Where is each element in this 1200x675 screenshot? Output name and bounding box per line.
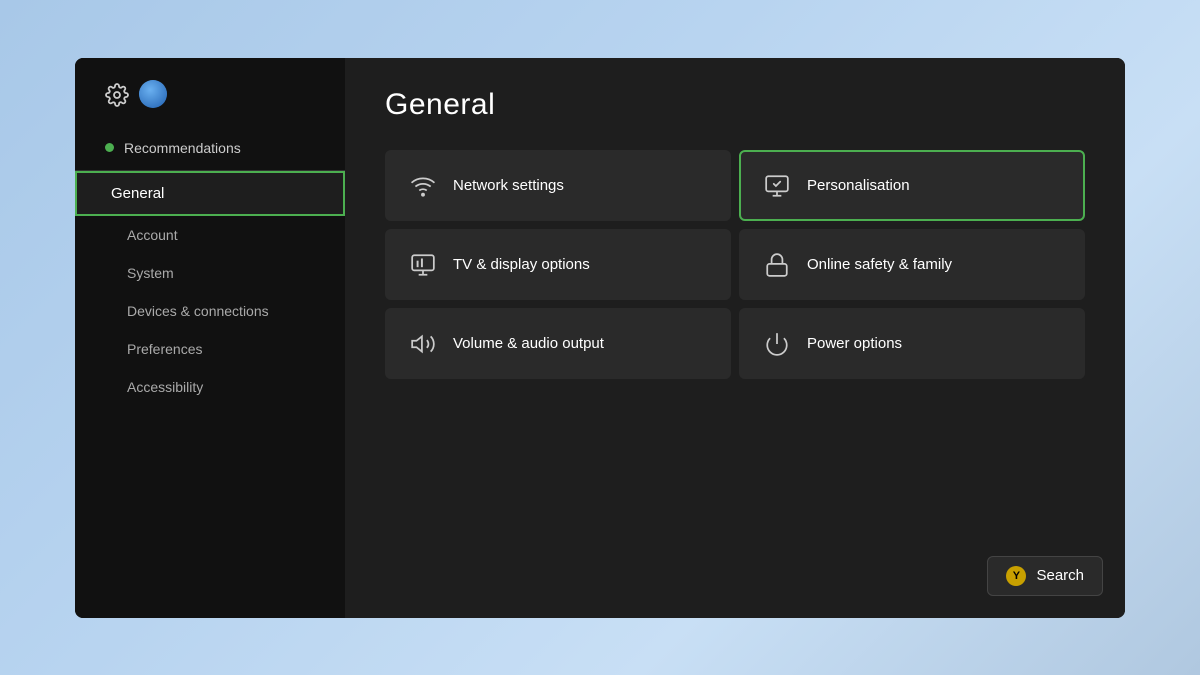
- grid-item-personalisation[interactable]: Personalisation: [739, 150, 1085, 221]
- sidebar-item-general[interactable]: General: [75, 171, 345, 216]
- general-label: General: [111, 185, 164, 202]
- main-content: General Network settings: [345, 58, 1125, 618]
- gear-icon: [105, 80, 129, 106]
- sidebar-item-accessibility[interactable]: Accessibility: [75, 368, 345, 406]
- grid-item-power[interactable]: Power options: [739, 308, 1085, 379]
- sidebar-item-devices[interactable]: Devices & connections: [75, 292, 345, 330]
- system-label: System: [127, 265, 174, 281]
- accessibility-label: Accessibility: [127, 379, 203, 395]
- personalisation-label: Personalisation: [807, 177, 910, 194]
- account-label: Account: [127, 227, 178, 243]
- recommendations-item[interactable]: Recommendations: [75, 126, 345, 170]
- devices-label: Devices & connections: [127, 303, 269, 319]
- sidebar-header: [75, 58, 345, 126]
- preferences-label: Preferences: [127, 341, 202, 357]
- online-indicator: [105, 143, 114, 152]
- search-label: Search: [1036, 567, 1084, 584]
- search-button[interactable]: Y Search: [987, 556, 1103, 596]
- sidebar-item-preferences[interactable]: Preferences: [75, 330, 345, 368]
- sidebar-item-account[interactable]: Account: [75, 216, 345, 254]
- settings-grid: Network settings Personalisation: [385, 150, 1085, 380]
- recommendations-label: Recommendations: [124, 140, 241, 156]
- tv-display-label: TV & display options: [453, 256, 590, 273]
- grid-item-tv-display[interactable]: TV & display options: [385, 229, 731, 300]
- personalisation-icon: [763, 172, 791, 199]
- volume-icon: [409, 330, 437, 357]
- avatar: [139, 80, 167, 108]
- network-icon: [409, 172, 437, 199]
- online-safety-label: Online safety & family: [807, 256, 952, 273]
- y-button-icon: Y: [1006, 566, 1026, 586]
- power-label: Power options: [807, 335, 902, 352]
- page-title: General: [385, 88, 1085, 122]
- settings-window: Recommendations General Account System D…: [75, 58, 1125, 618]
- power-icon: [763, 330, 791, 357]
- safety-icon: [763, 251, 791, 278]
- grid-item-volume[interactable]: Volume & audio output: [385, 308, 731, 379]
- sidebar: Recommendations General Account System D…: [75, 58, 345, 618]
- grid-item-network[interactable]: Network settings: [385, 150, 731, 221]
- network-label: Network settings: [453, 177, 564, 194]
- y-button-label: Y: [1013, 570, 1020, 582]
- sidebar-item-system[interactable]: System: [75, 254, 345, 292]
- volume-label: Volume & audio output: [453, 335, 604, 352]
- grid-item-online-safety[interactable]: Online safety & family: [739, 229, 1085, 300]
- tv-icon: [409, 251, 437, 278]
